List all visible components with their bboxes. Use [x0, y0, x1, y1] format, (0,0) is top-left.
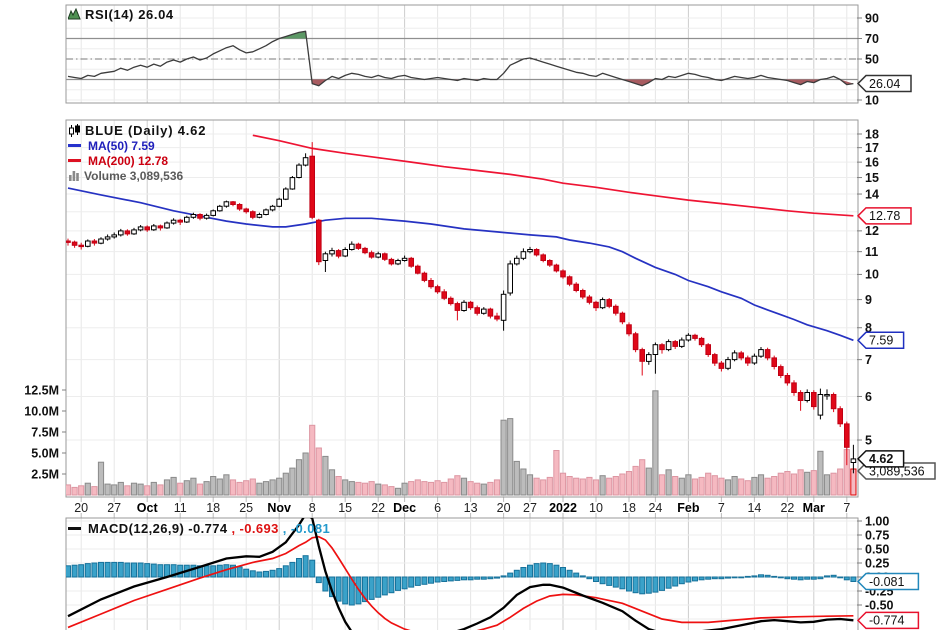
svg-text:4.62: 4.62 — [869, 452, 893, 466]
svg-text:12.78: 12.78 — [869, 209, 900, 223]
macd-signal-line — [68, 537, 853, 630]
svg-text:20: 20 — [74, 501, 88, 515]
svg-text:90: 90 — [865, 11, 879, 25]
panel-borders — [66, 5, 858, 630]
macd-panel — [66, 514, 856, 630]
svg-text:11: 11 — [174, 501, 187, 515]
svg-text:-0.774: -0.774 — [869, 614, 904, 628]
svg-text:15: 15 — [865, 171, 879, 185]
svg-text:16: 16 — [865, 155, 879, 169]
svg-text:8: 8 — [309, 501, 316, 515]
svg-text:12.5M: 12.5M — [24, 383, 59, 397]
svg-text:2022: 2022 — [549, 501, 577, 515]
svg-text:24: 24 — [648, 501, 662, 515]
svg-text:7: 7 — [865, 353, 872, 367]
svg-text:7: 7 — [843, 501, 850, 515]
svg-text:6: 6 — [434, 501, 441, 515]
svg-text:0.75: 0.75 — [865, 528, 889, 542]
svg-text:7.59: 7.59 — [869, 334, 893, 348]
svg-text:5.0M: 5.0M — [31, 446, 59, 460]
macd-line — [68, 514, 853, 630]
svg-text:Mar: Mar — [803, 501, 825, 515]
svg-text:15: 15 — [338, 501, 352, 515]
svg-text:13: 13 — [464, 501, 478, 515]
svg-text:12: 12 — [865, 224, 879, 238]
svg-text:10: 10 — [865, 93, 879, 107]
svg-text:9: 9 — [865, 293, 872, 307]
svg-text:70: 70 — [865, 32, 879, 46]
svg-text:5: 5 — [865, 433, 872, 447]
svg-text:-0.50: -0.50 — [865, 598, 894, 612]
x-axis-labels: 20 27 Oct 11 18 25 Nov 8 15 22 Dec 6 13 20 27 2022 10 18 2… — [74, 501, 850, 515]
svg-text:7: 7 — [718, 501, 725, 515]
chart-svg: 907050101817161514121110987651.000.750.5… — [0, 0, 936, 630]
svg-text:-0.081: -0.081 — [869, 575, 904, 589]
svg-text:10.0M: 10.0M — [24, 404, 59, 418]
svg-text:18: 18 — [206, 501, 220, 515]
svg-text:0.25: 0.25 — [865, 556, 889, 570]
svg-text:6: 6 — [865, 390, 872, 404]
ma50-line — [68, 188, 853, 340]
svg-text:14: 14 — [865, 187, 879, 201]
svg-text:26.04: 26.04 — [869, 77, 900, 91]
svg-text:14: 14 — [747, 501, 761, 515]
price-panel — [65, 135, 856, 495]
svg-text:25: 25 — [239, 501, 253, 515]
svg-text:18: 18 — [865, 127, 879, 141]
svg-text:0.50: 0.50 — [865, 542, 889, 556]
svg-text:10: 10 — [865, 268, 879, 282]
svg-text:11: 11 — [865, 245, 878, 259]
axis-labels: 907050101817161514121110987651.000.750.5… — [24, 11, 893, 612]
svg-text:Nov: Nov — [267, 501, 291, 515]
svg-text:7.5M: 7.5M — [31, 425, 59, 439]
svg-text:2.5M: 2.5M — [31, 467, 59, 481]
svg-text:27: 27 — [523, 501, 537, 515]
svg-text:22: 22 — [780, 501, 794, 515]
svg-text:18: 18 — [622, 501, 636, 515]
svg-text:Dec: Dec — [393, 501, 416, 515]
svg-text:10: 10 — [589, 501, 603, 515]
svg-text:22: 22 — [371, 501, 385, 515]
svg-text:20: 20 — [497, 501, 511, 515]
svg-text:17: 17 — [865, 141, 879, 155]
svg-text:50: 50 — [865, 52, 879, 66]
svg-text:Feb: Feb — [677, 501, 700, 515]
gridlines — [66, 5, 858, 630]
stockchart-page: 907050101817161514121110987651.000.750.5… — [0, 0, 936, 630]
svg-text:27: 27 — [107, 501, 121, 515]
svg-text:Oct: Oct — [137, 501, 159, 515]
svg-text:1.00: 1.00 — [865, 514, 889, 528]
